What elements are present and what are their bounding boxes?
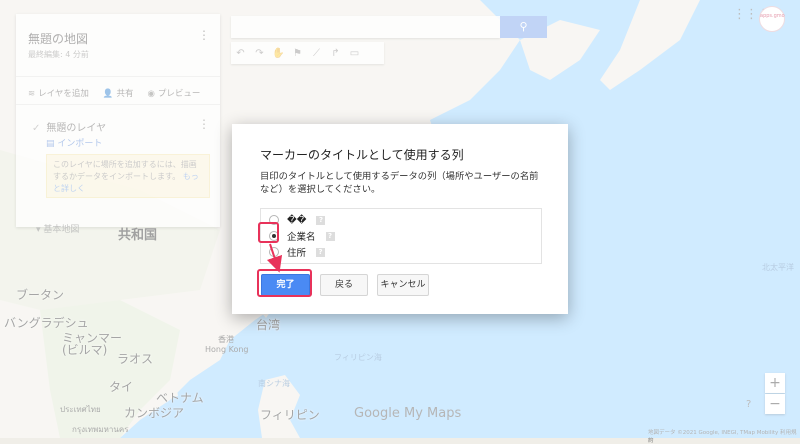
column-option-label: 住所 [287, 248, 307, 259]
column-option-label: 企業名 [287, 232, 316, 243]
help-icon[interactable]: ? [325, 231, 335, 241]
radio-button[interactable] [269, 247, 279, 257]
column-option[interactable]: 住所 ? [269, 244, 326, 260]
dialog-description: 目印のタイトルとして使用するデータの列（場所やユーザーの名前など）を選択してくだ… [260, 171, 539, 195]
dialog-title: マーカーのタイトルとして使用する列 [260, 148, 464, 162]
help-icon[interactable]: ? [316, 247, 326, 257]
column-options: �� ? 企業名 ? 住所 ? [260, 208, 542, 264]
column-option-label: �� [287, 214, 307, 226]
radio-highlight-box [258, 222, 279, 243]
help-icon[interactable]: ? [316, 215, 326, 225]
cancel-button[interactable]: キャンセル [377, 274, 429, 296]
back-button[interactable]: 戻る [320, 274, 368, 296]
done-highlight-box [257, 269, 312, 297]
